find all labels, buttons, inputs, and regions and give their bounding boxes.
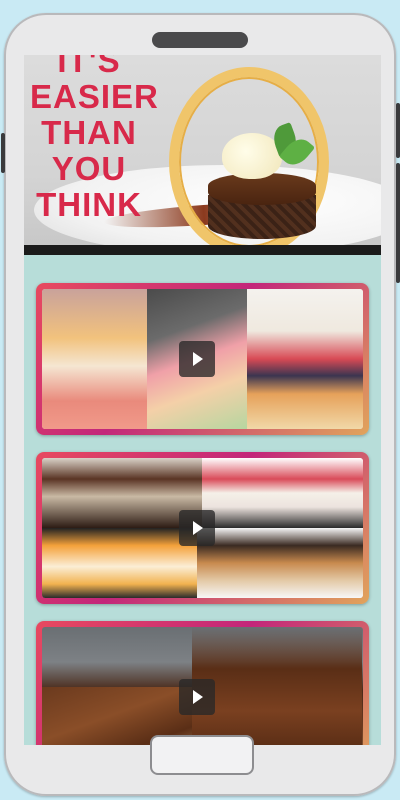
cream-quenelle-image <box>222 133 282 179</box>
hero-bottom-bar <box>24 245 381 255</box>
video-card-3[interactable] <box>36 621 369 745</box>
hero-banner[interactable]: IT'S EASIER THAN YOU THINK <box>24 55 381 255</box>
phone-frame: IT'S EASIER THAN YOU THINK <box>1 13 400 796</box>
play-icon[interactable] <box>178 341 215 377</box>
thumbnail-panel-mango-cups <box>42 528 197 598</box>
home-button[interactable] <box>150 735 254 775</box>
volume-button <box>396 103 400 158</box>
silent-switch <box>1 133 5 173</box>
video-card-2[interactable] <box>36 452 369 604</box>
side-button <box>396 163 400 283</box>
thumbnail-panel-strawberry-cups <box>202 458 363 528</box>
video-card-1[interactable] <box>36 283 369 435</box>
video-thumbnail <box>42 289 363 429</box>
hero-title: IT'S EASIER THAN YOU THINK <box>30 55 159 223</box>
thumbnail-panel-tiramisu-squares <box>197 528 363 598</box>
video-thumbnail <box>42 458 363 598</box>
video-thumbnail <box>42 627 363 745</box>
app-screen: IT'S EASIER THAN YOU THINK <box>24 55 381 745</box>
thumbnail-panel-mousse-cake <box>42 289 147 429</box>
play-icon[interactable] <box>178 679 215 715</box>
thumbnail-panel-chocolate-slab <box>192 627 362 745</box>
play-icon[interactable] <box>178 510 215 546</box>
thumbnail-panel-fruit-tart <box>247 289 363 429</box>
speaker-grille <box>152 32 248 48</box>
